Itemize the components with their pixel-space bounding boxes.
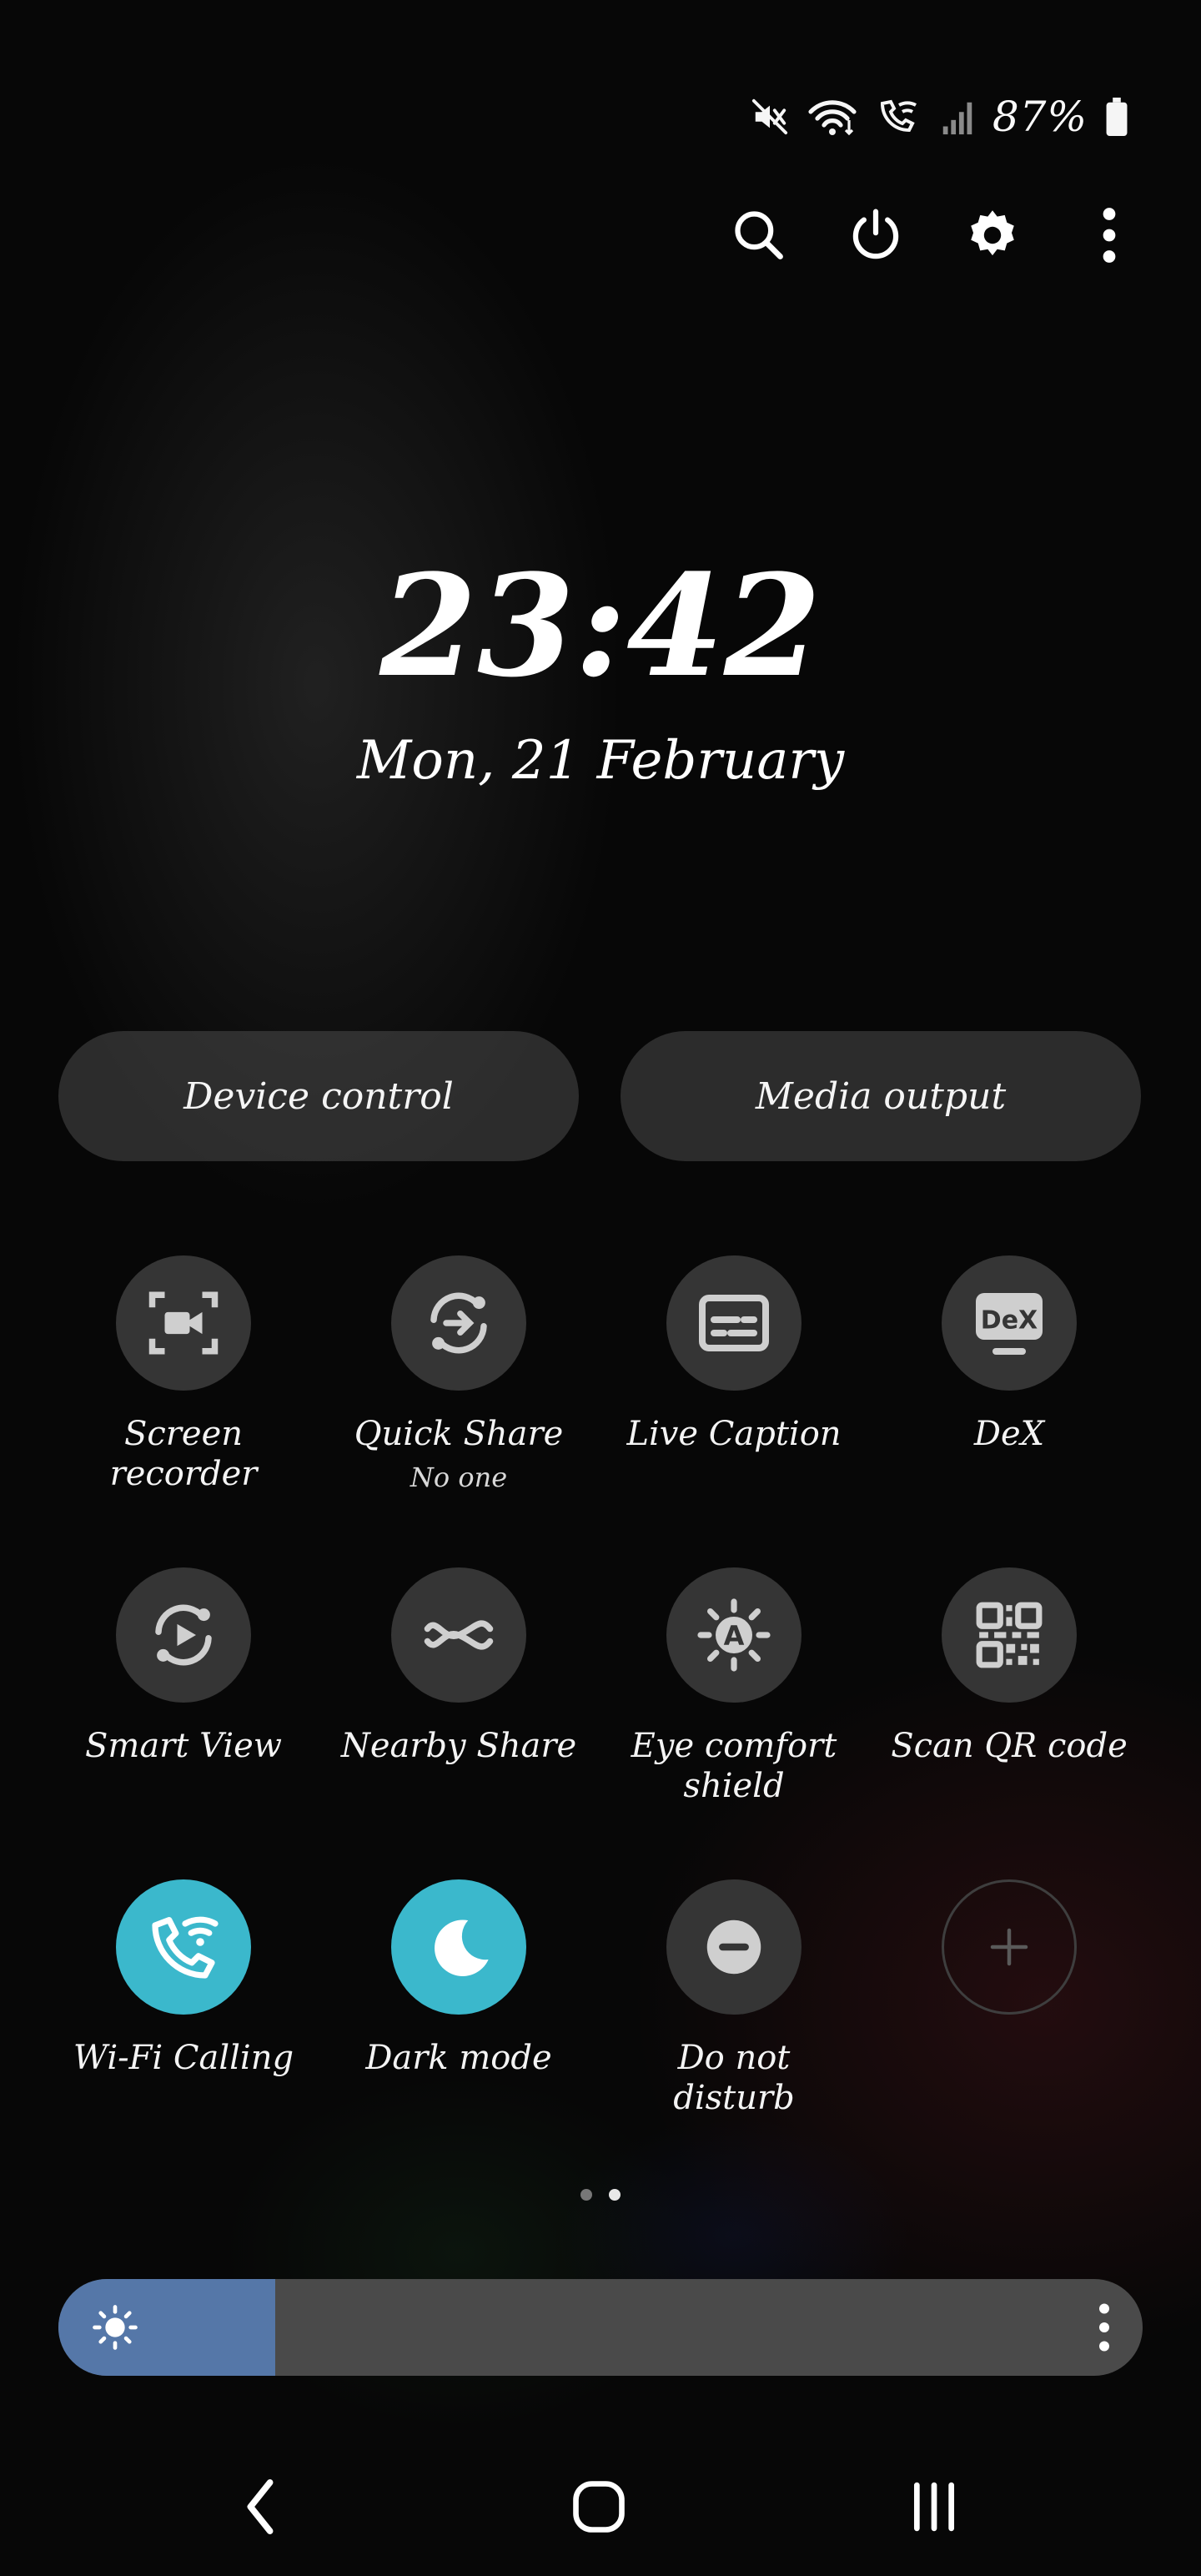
tile-circle bbox=[666, 1879, 802, 2015]
tile-label: Live Caption bbox=[626, 1415, 842, 1453]
search-button[interactable] bbox=[717, 194, 801, 277]
tile-circle bbox=[942, 1879, 1077, 2015]
clock-date[interactable]: Mon, 21 February bbox=[0, 727, 1201, 794]
quick-share-icon bbox=[430, 1292, 487, 1354]
brightness-slider[interactable] bbox=[58, 2279, 1143, 2376]
tile-live-caption[interactable]: Live Caption bbox=[596, 1255, 872, 1567]
home-button[interactable] bbox=[532, 2461, 666, 2553]
tile-circle bbox=[666, 1255, 802, 1391]
tile-quick-share[interactable]: Quick Share No one bbox=[321, 1255, 596, 1567]
tile-smart-view[interactable]: Smart View bbox=[46, 1567, 321, 1879]
screen-recorder-icon bbox=[148, 1291, 219, 1355]
mute-icon bbox=[751, 98, 789, 136]
tile-circle: A bbox=[666, 1567, 802, 1703]
dex-icon: DeX bbox=[976, 1293, 1043, 1355]
home-icon bbox=[573, 2481, 625, 2533]
quick-panel-actions bbox=[717, 194, 1151, 277]
tile-wifi-calling[interactable]: Wi-Fi Calling bbox=[46, 1879, 321, 2191]
tile-label: Eye comfort shield bbox=[631, 1727, 837, 1805]
status-bar: 87% bbox=[751, 83, 1128, 150]
page-dot bbox=[580, 2189, 592, 2201]
eye-comfort-icon: A bbox=[697, 1598, 771, 1672]
power-button[interactable] bbox=[834, 194, 917, 277]
tile-label: Wi-Fi Calling bbox=[73, 2039, 294, 2077]
more-options-button[interactable] bbox=[1068, 194, 1151, 277]
tile-label: Scan QR code bbox=[891, 1727, 1128, 1765]
search-icon bbox=[735, 211, 783, 259]
tile-label: Quick Share bbox=[354, 1415, 564, 1453]
back-icon bbox=[247, 2479, 274, 2534]
tile-dex[interactable]: DeX DeX bbox=[872, 1255, 1147, 1567]
quick-panel-screen: 87% 23:42 Mon, 21 February Device contro… bbox=[0, 0, 1201, 2576]
gear-icon bbox=[971, 210, 1014, 256]
tile-circle bbox=[391, 1255, 526, 1391]
wifi-calling-icon bbox=[876, 96, 922, 138]
tile-label: Nearby Share bbox=[340, 1727, 577, 1765]
smart-view-icon bbox=[155, 1604, 212, 1666]
tile-sublabel: No one bbox=[410, 1462, 508, 1493]
settings-button[interactable] bbox=[951, 194, 1034, 277]
tile-label: Do not disturb bbox=[673, 2039, 795, 2117]
moon-icon bbox=[435, 1919, 489, 1977]
page-indicator bbox=[0, 2189, 1201, 2201]
page-dot-active bbox=[609, 2189, 621, 2201]
tile-eye-comfort-shield[interactable]: A Eye comfort shield bbox=[596, 1567, 872, 1879]
qr-code-icon bbox=[976, 1602, 1043, 1668]
svg-text:A: A bbox=[724, 1620, 745, 1652]
more-vert-icon bbox=[1103, 208, 1116, 263]
tile-scan-qr-code[interactable]: Scan QR code bbox=[872, 1567, 1147, 1879]
wifi-calling-icon bbox=[152, 1916, 219, 1979]
tile-do-not-disturb[interactable]: Do not disturb bbox=[596, 1879, 872, 2191]
quick-settings-grid: Screen recorder Quick Share No one Live … bbox=[46, 1255, 1147, 2191]
tile-label: Screen recorder bbox=[109, 1415, 258, 1493]
recents-button[interactable] bbox=[867, 2461, 1001, 2553]
tile-dark-mode[interactable]: Dark mode bbox=[321, 1879, 596, 2191]
back-button[interactable] bbox=[193, 2461, 327, 2553]
battery-percentage: 87% bbox=[992, 93, 1088, 141]
tile-screen-recorder[interactable]: Screen recorder bbox=[46, 1255, 321, 1567]
nearby-share-icon bbox=[424, 1620, 494, 1650]
recents-icon bbox=[913, 2482, 955, 2532]
do-not-disturb-icon bbox=[706, 1919, 761, 1975]
plus-icon bbox=[990, 1928, 1028, 1966]
clock-time[interactable]: 23:42 bbox=[0, 551, 1201, 701]
tile-label: DeX bbox=[973, 1415, 1045, 1453]
navigation-bar bbox=[0, 2461, 1201, 2553]
tile-label: Dark mode bbox=[365, 2039, 552, 2077]
svg-text:DeX: DeX bbox=[981, 1306, 1038, 1335]
tile-label: Smart View bbox=[85, 1727, 282, 1765]
tile-circle bbox=[116, 1255, 251, 1391]
battery-icon bbox=[1106, 98, 1128, 136]
power-icon bbox=[852, 209, 899, 259]
sun-icon bbox=[93, 2305, 138, 2350]
tile-circle: DeX bbox=[942, 1255, 1077, 1391]
tile-circle bbox=[116, 1879, 251, 2015]
tile-nearby-share[interactable]: Nearby Share bbox=[321, 1567, 596, 1879]
wifi-icon bbox=[807, 96, 857, 138]
signal-icon bbox=[941, 98, 974, 136]
tile-add-button[interactable] bbox=[872, 1879, 1147, 2191]
brightness-fill bbox=[58, 2279, 275, 2376]
device-control-button[interactable]: Device control bbox=[58, 1031, 579, 1161]
tile-circle bbox=[391, 1879, 526, 2015]
media-output-button[interactable]: Media output bbox=[621, 1031, 1141, 1161]
tile-circle bbox=[116, 1567, 251, 1703]
tile-circle bbox=[391, 1567, 526, 1703]
more-vert-icon[interactable] bbox=[1094, 2302, 1114, 2352]
tile-circle bbox=[942, 1567, 1077, 1703]
live-caption-icon bbox=[699, 1295, 769, 1351]
